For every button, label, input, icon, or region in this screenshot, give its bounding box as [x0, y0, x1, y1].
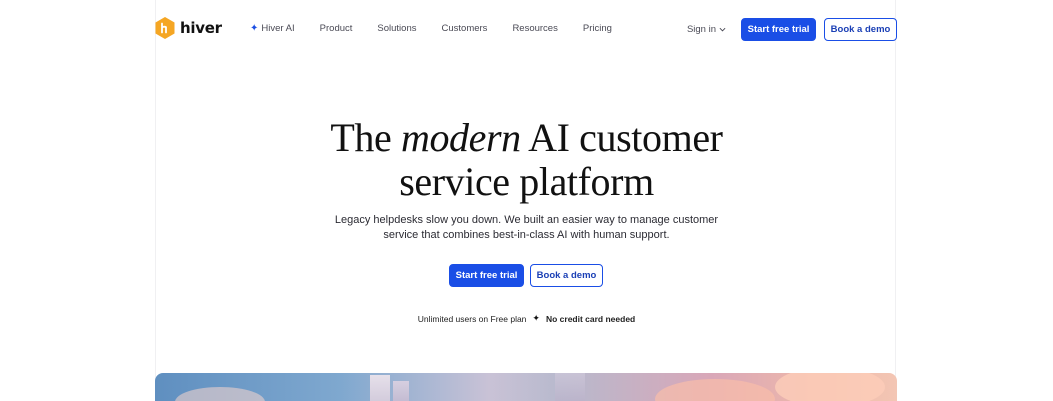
nav-item-resources[interactable]: Resources [512, 23, 557, 34]
hero-title-emphasis: modern [400, 115, 521, 160]
nav-item-customers[interactable]: Customers [442, 23, 488, 34]
hero-title: The modern AI customer service platform [0, 116, 1053, 204]
nav-item-pricing[interactable]: Pricing [583, 23, 612, 34]
nav-item-hiver-ai[interactable]: ✦ Hiver AI [250, 23, 295, 34]
building-shape [555, 373, 585, 401]
hero-title-part: The [330, 115, 401, 160]
building-shape [393, 381, 409, 401]
hero-title-line-1: The modern AI customer [0, 116, 1053, 160]
logo-wordmark: hiver [180, 19, 222, 37]
nav-start-free-trial-button[interactable]: Start free trial [741, 18, 816, 41]
nav-book-demo-button[interactable]: Book a demo [824, 18, 897, 41]
hero-book-demo-button[interactable]: Book a demo [530, 264, 603, 287]
hero-image [155, 373, 897, 401]
hero-note-no-card: No credit card needed [545, 313, 636, 324]
hero-subtitle: Legacy helpdesks slow you down. We built… [0, 213, 1053, 243]
hiver-hexagon-logo-icon [155, 17, 175, 39]
hero-cta-group: Start free trial Book a demo [449, 264, 603, 287]
hero-note-free-plan: Unlimited users on Free plan [417, 313, 527, 324]
hero-subtitle-line-2: service that combines best-in-class AI w… [383, 229, 670, 241]
hero-note: Unlimited users on Free plan ✦ No credit… [0, 313, 1053, 324]
nav-actions: Sign in Start free trial Book a demo [687, 18, 897, 41]
building-shape [370, 375, 390, 401]
nav-item-label: Hiver AI [261, 23, 295, 34]
nav-item-product[interactable]: Product [320, 23, 353, 34]
sparkle-icon: ✦ [250, 22, 259, 34]
page: hiver ✦ Hiver AI Product Solutions Custo… [0, 0, 1053, 401]
cloud-shape [775, 373, 885, 401]
nav-links: ✦ Hiver AI Product Solutions Customers R… [250, 23, 637, 34]
top-navigation: hiver ✦ Hiver AI Product Solutions Custo… [155, 0, 897, 58]
sparkle-icon: ✦ [532, 313, 540, 323]
chevron-down-icon [719, 27, 726, 32]
sign-in-label: Sign in [686, 24, 716, 35]
hero-subtitle-line-1: Legacy helpdesks slow you down. We built… [334, 214, 719, 226]
hero-start-free-trial-button[interactable]: Start free trial [449, 264, 524, 287]
cloud-shape [655, 379, 775, 401]
logo[interactable]: hiver [155, 17, 222, 39]
cloud-shape [175, 387, 265, 401]
sign-in-dropdown[interactable]: Sign in [687, 24, 726, 35]
hero-title-part: AI customer [520, 115, 723, 160]
hero-title-line-2: service platform [399, 159, 654, 204]
nav-item-solutions[interactable]: Solutions [377, 23, 416, 34]
